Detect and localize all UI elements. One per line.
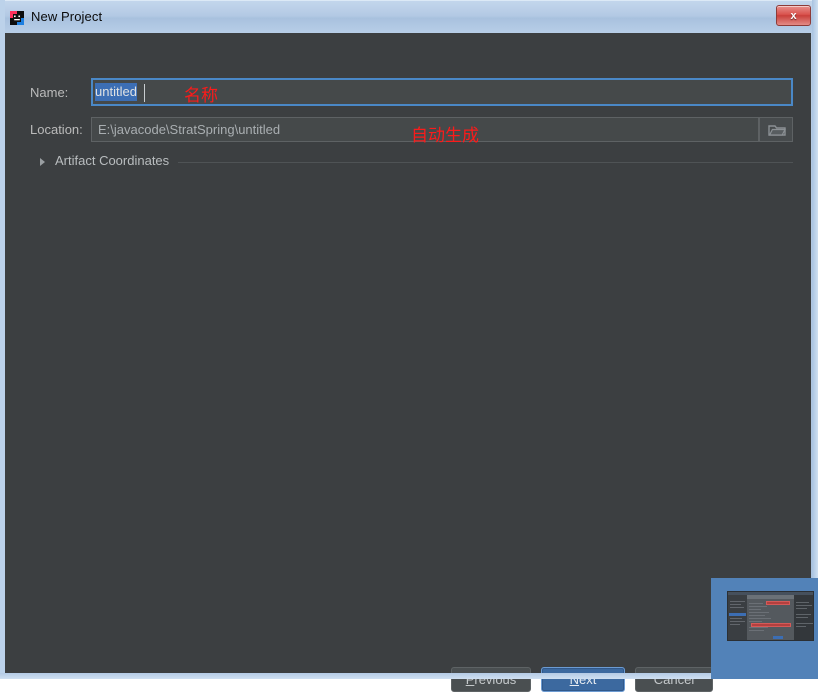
annotation-name: 名称 [184,86,218,106]
taskbar-thumbnail-preview[interactable] [711,578,818,679]
close-icon: x [790,9,797,22]
next-button[interactable]: Next [541,667,625,692]
intellij-idea-icon [9,10,25,26]
window-border-bottom [0,673,818,679]
close-button[interactable]: x [776,5,811,26]
dialog-content: Name: untitled 名称 Location: E:\javacode\… [5,33,811,692]
name-input-value: untitled [95,83,137,101]
text-caret [144,84,145,102]
annotation-auto-generate: 自动生成 [411,126,479,146]
triangle-right-icon [40,158,45,166]
section-divider [178,162,793,163]
location-input-value: E:\javacode\StratSpring\untitled [98,122,281,137]
window-title: New Project [31,9,103,24]
ide-window-thumbnail [727,591,814,641]
browse-folder-button[interactable] [759,117,793,142]
cancel-button[interactable]: Cancel [635,667,713,692]
name-label: Name: [30,85,69,100]
artifact-coordinates-label: Artifact Coordinates [55,153,170,168]
new-project-window: New Project x Name: untitled 名称 Location… [0,0,818,692]
previous-button[interactable]: Previous [451,667,531,692]
artifact-coordinates-section[interactable]: Artifact Coordinates [38,153,793,171]
window-border-left [0,0,5,679]
title-bar[interactable]: New Project x [0,0,818,34]
location-label: Location: [30,122,83,137]
